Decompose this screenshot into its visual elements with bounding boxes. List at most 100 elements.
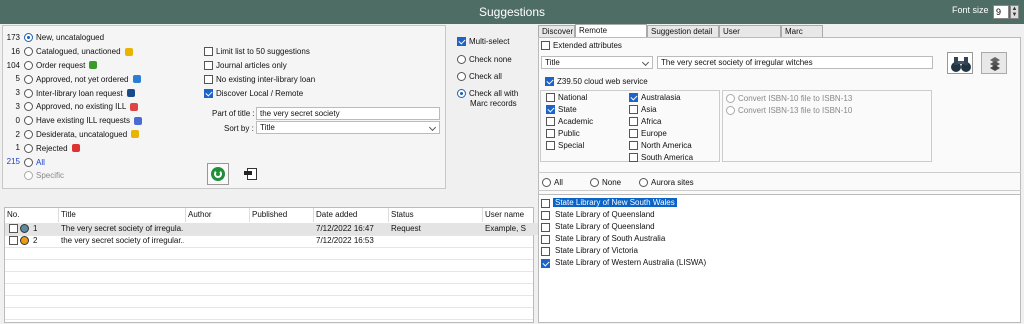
region-checkbox[interactable] xyxy=(629,153,638,163)
check-all-marc-option[interactable]: Check all with xyxy=(457,89,518,99)
limit-checkbox[interactable] xyxy=(204,47,213,57)
status-radio[interactable] xyxy=(24,60,33,70)
journal-checkbox[interactable] xyxy=(204,61,213,71)
region-option[interactable]: Europe xyxy=(629,129,667,139)
region-checkbox[interactable] xyxy=(629,105,638,115)
status-filter-item[interactable]: 104 Order request xyxy=(6,60,98,70)
status-filter-item[interactable]: 5 Approved, not yet ordered xyxy=(6,74,141,84)
status-filter-item[interactable]: Specific xyxy=(6,171,64,181)
library-type-option[interactable]: Academic xyxy=(546,117,593,127)
stack-button[interactable] xyxy=(981,52,1007,74)
library-type-option[interactable]: National xyxy=(546,93,587,103)
region-checkbox[interactable] xyxy=(629,117,638,127)
discover-checkbox[interactable] xyxy=(204,89,213,99)
scope-all-radio[interactable] xyxy=(542,178,551,188)
library-site-checkbox[interactable] xyxy=(541,222,550,232)
status-radio[interactable] xyxy=(24,129,33,139)
row-checkbox[interactable] xyxy=(9,224,18,233)
library-type-checkbox[interactable] xyxy=(546,105,555,115)
library-type-option[interactable]: Public xyxy=(546,129,580,139)
status-filter-item[interactable]: 173 New, uncatalogued xyxy=(6,33,104,43)
column-header[interactable]: No. xyxy=(5,208,59,222)
library-site-checkbox[interactable] xyxy=(541,258,550,268)
library-site-item[interactable]: State Library of Queensland xyxy=(539,209,1024,221)
library-type-option[interactable]: Special xyxy=(546,141,584,151)
font-size-spinner[interactable]: ▲ ▼ xyxy=(1010,5,1019,19)
row-checkbox[interactable] xyxy=(9,236,18,245)
convert-13-10-radio[interactable] xyxy=(726,106,735,116)
refresh-button[interactable] xyxy=(207,163,229,185)
library-type-checkbox[interactable] xyxy=(546,129,555,139)
z3950-option[interactable]: Z39.50 cloud web service xyxy=(545,77,648,87)
sort-by-select[interactable]: Title xyxy=(256,121,440,134)
tab-remote-catalogues[interactable]: Remote catalogues xyxy=(575,24,647,47)
journal-option[interactable]: Journal articles only xyxy=(204,61,287,71)
library-site-checkbox[interactable] xyxy=(541,246,550,256)
column-header[interactable]: User name xyxy=(483,208,539,222)
convert-10-13-radio[interactable] xyxy=(726,94,735,104)
font-size-input[interactable]: 9 xyxy=(993,5,1009,19)
region-checkbox[interactable] xyxy=(629,141,638,151)
scope-aurora-radio[interactable] xyxy=(639,178,648,188)
discover-option[interactable]: Discover Local / Remote xyxy=(204,89,303,99)
status-filter-item[interactable]: 3 Approved, no existing ILL xyxy=(6,102,139,112)
status-radio[interactable] xyxy=(24,102,33,112)
library-site-item[interactable]: State Library of Western Australia (LISW… xyxy=(539,257,1024,269)
binoculars-button[interactable] xyxy=(947,52,973,74)
export-icon[interactable] xyxy=(244,166,260,182)
status-filter-item[interactable]: 0 Have existing ILL requests xyxy=(6,116,142,126)
status-radio[interactable] xyxy=(24,74,33,84)
column-header[interactable]: Title xyxy=(59,208,186,222)
region-checkbox[interactable] xyxy=(629,129,638,139)
check-none-option[interactable]: Check none xyxy=(457,55,512,65)
status-filter-item[interactable]: 2 Desiderata, uncatalogued xyxy=(6,129,140,139)
column-header[interactable]: Published xyxy=(250,208,314,222)
check-all-option[interactable]: Check all xyxy=(457,72,502,82)
check-none-radio[interactable] xyxy=(457,55,466,65)
region-checkbox[interactable] xyxy=(629,93,638,103)
region-option[interactable]: Australasia xyxy=(629,93,681,103)
extended-attributes-checkbox[interactable] xyxy=(541,41,550,51)
library-site-checkbox[interactable] xyxy=(541,198,550,208)
convert-10-13-option[interactable]: Convert ISBN-10 file to ISBN-13 xyxy=(726,94,852,104)
status-radio[interactable] xyxy=(24,171,33,181)
library-site-checkbox[interactable] xyxy=(541,234,550,244)
status-radio[interactable] xyxy=(24,33,33,43)
status-filter-item[interactable]: 16 Catalogued, unactioned xyxy=(6,47,133,57)
region-option[interactable]: South America xyxy=(629,153,693,163)
part-of-title-input[interactable]: the very secret society xyxy=(256,107,440,120)
no-ill-option[interactable]: No existing inter-library loan xyxy=(204,75,315,85)
status-radio[interactable] xyxy=(24,88,33,98)
library-type-checkbox[interactable] xyxy=(546,117,555,127)
table-row[interactable]: 2 the very secret society of irregular...… xyxy=(5,235,539,247)
no-ill-checkbox[interactable] xyxy=(204,75,213,85)
status-radio[interactable] xyxy=(24,143,33,153)
status-filter-item[interactable]: 3 Inter-library loan request xyxy=(6,88,135,98)
scope-none-option[interactable]: None xyxy=(590,178,621,188)
library-site-item[interactable]: State Library of South Australia xyxy=(539,233,1024,245)
multi-select-option[interactable]: Multi-select xyxy=(457,37,509,47)
check-all-marc-radio[interactable] xyxy=(457,89,466,99)
region-option[interactable]: Asia xyxy=(629,105,657,115)
scope-all-option[interactable]: All xyxy=(542,178,563,188)
library-type-checkbox[interactable] xyxy=(546,141,555,151)
check-all-radio[interactable] xyxy=(457,72,466,82)
multi-select-checkbox[interactable] xyxy=(457,37,466,47)
search-field-select[interactable]: Title xyxy=(541,56,653,69)
limit-option[interactable]: Limit list to 50 suggestions xyxy=(204,47,310,57)
region-option[interactable]: North America xyxy=(629,141,692,151)
library-site-item[interactable]: State Library of Victoria xyxy=(539,245,1024,257)
extended-attributes-option[interactable]: Extended attributes xyxy=(541,41,622,51)
convert-13-10-option[interactable]: Convert ISBN-13 file to ISBN-10 xyxy=(726,106,852,116)
library-type-checkbox[interactable] xyxy=(546,93,555,103)
z3950-checkbox[interactable] xyxy=(545,77,554,87)
region-option[interactable]: Africa xyxy=(629,117,661,127)
library-site-checkbox[interactable] xyxy=(541,210,550,220)
status-radio[interactable] xyxy=(24,47,33,57)
table-row[interactable]: 1 The very secret society of irregula... 7… xyxy=(5,223,539,235)
library-site-item[interactable]: State Library of New South Wales xyxy=(539,197,1024,209)
column-header[interactable]: Date added xyxy=(314,208,389,222)
column-header[interactable]: Status xyxy=(389,208,483,222)
scope-none-radio[interactable] xyxy=(590,178,599,188)
column-header[interactable]: Author xyxy=(186,208,250,222)
